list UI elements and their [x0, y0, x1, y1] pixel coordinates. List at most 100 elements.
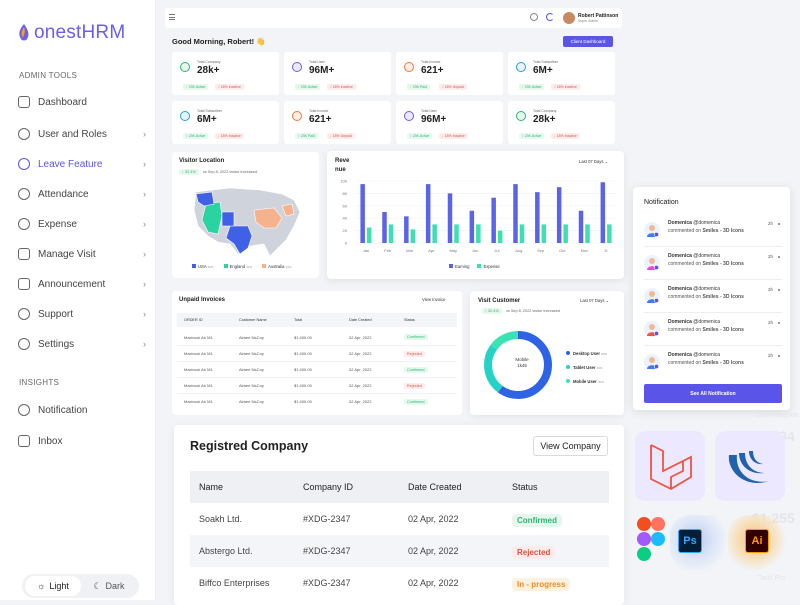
- invoice-row[interactable]: Macbook Air M1 Aimee McCoy $1,400.00 02 Apr…: [177, 361, 457, 377]
- refresh-icon[interactable]: [546, 13, 554, 21]
- notification-divider: [644, 312, 782, 313]
- menu-icon[interactable]: [169, 14, 175, 20]
- greeting: Good Morning, Robert! 👋: [172, 37, 266, 46]
- stat-card[interactable]: Total Invoice 621+ ↑ 23K Paid ↓ 18% Unpaid: [284, 101, 391, 144]
- visit-customer-title: Visit Customer: [478, 298, 521, 304]
- sun-icon: ☼: [37, 581, 46, 591]
- insights-label: INSIGHTS: [19, 378, 60, 387]
- brand-logo[interactable]: onestHRM: [18, 22, 125, 44]
- sidebar-item-label: Notification: [38, 404, 88, 416]
- notification-time: 2h: [768, 320, 774, 325]
- user-icon: [18, 128, 30, 140]
- notification-header: Domenica @domenica: [668, 220, 721, 226]
- expense-bar[interactable]: [410, 229, 416, 243]
- chevron-right-icon: ›: [143, 279, 146, 289]
- sidebar-item-label: Expense: [38, 218, 77, 230]
- company-row[interactable]: Abstergo Ltd. #XDG-2347 02 Apr, 2022 Reject…: [190, 535, 609, 567]
- earning-bar[interactable]: [447, 193, 453, 243]
- invoice-row[interactable]: Macbook Air M1 Aimee McCoy $1,400.00 02 Apr…: [177, 329, 457, 345]
- admin-tools-label: ADMIN TOOLS: [19, 71, 78, 80]
- expense-bar[interactable]: [585, 224, 590, 243]
- sidebar-item-user-and-roles[interactable]: User and Roles ›: [18, 125, 146, 143]
- client-dashboard-button[interactable]: Client Dashboard: [563, 36, 613, 47]
- earning-bar[interactable]: [491, 197, 496, 243]
- invoice-product: Macbook Air M1: [184, 399, 213, 404]
- expense-bar[interactable]: [388, 224, 394, 243]
- avatar: [644, 222, 660, 238]
- stat-label: Total Company: [197, 60, 221, 64]
- expense-bar[interactable]: [366, 227, 372, 244]
- company-status-badge: Rejected: [512, 546, 556, 559]
- stat-card[interactable]: Total Invoice 621+ ↑ 23K Paid ↓ 18% Unpaid: [396, 52, 503, 95]
- sidebar-item-inbox[interactable]: Inbox: [18, 432, 146, 450]
- expense-bar[interactable]: [607, 224, 612, 243]
- see-all-notification-button[interactable]: See All Notification: [644, 384, 782, 403]
- stat-card[interactable]: Total Subscriber 6M+ ↑ 23K Active ↓ 18% Ina…: [508, 52, 615, 95]
- sidebar-item-label: Announcement: [38, 278, 106, 290]
- earning-bar[interactable]: [578, 210, 584, 243]
- view-company-button[interactable]: View Company: [533, 436, 608, 456]
- earning-bar[interactable]: [556, 187, 562, 243]
- company-row[interactable]: Biffco Enterprises #XDG-2347 02 Apr, 2022 I…: [190, 567, 609, 599]
- notification-item[interactable]: Domenica @domenica commented on Smiles - …: [644, 352, 784, 382]
- expense-bar[interactable]: [563, 224, 568, 243]
- dark-mode-button[interactable]: ☾ Dark: [81, 576, 137, 596]
- view-invoice-link[interactable]: View Invoice: [422, 297, 445, 302]
- expense-bar[interactable]: [454, 224, 459, 243]
- invoice-customer: Aimee McCoy: [239, 334, 264, 340]
- logo-icon: [19, 24, 29, 41]
- stat-card[interactable]: Total User 96M+ ↑ 23K Active ↓ 18% Inactive: [396, 101, 503, 144]
- expense-bar[interactable]: [476, 224, 481, 243]
- visit-range-select[interactable]: Last 07 Days ⌄: [580, 298, 609, 303]
- stat-card[interactable]: Total Subscriber 6M+ ↑ 23K Active ↓ 18% Ina…: [172, 101, 279, 144]
- earning-bar[interactable]: [469, 210, 475, 243]
- sidebar-item-dashboard[interactable]: Dashboard: [18, 93, 146, 111]
- stat-icon: [180, 62, 190, 72]
- invoice-row[interactable]: Macbook Air M1 Aimee McCoy $1,400.00 02 Apr…: [177, 393, 457, 409]
- earning-bar[interactable]: [425, 184, 431, 243]
- revenue-range-select[interactable]: Last 07 Days ⌄: [579, 159, 608, 164]
- stat-icon: [516, 62, 526, 72]
- sidebar-item-support[interactable]: Support ›: [18, 305, 146, 323]
- earning-bar[interactable]: [360, 184, 365, 243]
- expense-bar[interactable]: [519, 224, 525, 243]
- invoice-customer: Aimee McCoy: [239, 351, 264, 356]
- light-mode-button[interactable]: ☼ Light: [25, 576, 81, 596]
- sidebar-item-attendance[interactable]: Attendance ›: [18, 185, 146, 203]
- notification-text: commented on Smiles - 3D Icons: [668, 294, 744, 300]
- earning-bar[interactable]: [600, 182, 606, 243]
- earning-bar[interactable]: [382, 212, 387, 243]
- invoice-product: Macbook Air M1: [184, 367, 213, 372]
- stat-card[interactable]: Total Company 28k+ ↑ 23K Active ↓ 18% Inact…: [508, 101, 615, 144]
- sidebar-item-leave-feature[interactable]: Leave Feature ›: [18, 155, 146, 173]
- sidebar-item-label: Leave Feature: [38, 158, 103, 170]
- earning-bar[interactable]: [513, 184, 518, 243]
- unread-dot: [778, 322, 780, 324]
- sidebar-item-settings[interactable]: Settings ›: [18, 335, 146, 353]
- expense-bar[interactable]: [432, 224, 437, 243]
- invoice-row[interactable]: Macbook Air M1 Aimee McCoy $1,400.00 02 Apr…: [177, 345, 457, 361]
- megaphone-icon: [18, 278, 30, 290]
- earning-bar[interactable]: [404, 216, 409, 243]
- expense-bar[interactable]: [541, 224, 547, 243]
- expense-bar[interactable]: [497, 230, 503, 243]
- sidebar-item-expense[interactable]: Expense ›: [18, 215, 146, 233]
- invoice-status-badge: Confirmed: [404, 334, 428, 340]
- sidebar-item-manage-visit[interactable]: Manage Visit ›: [18, 245, 146, 263]
- stat-card[interactable]: Total Company 28k+ ↑ 23K Active ↓ 18% Inact…: [172, 52, 279, 95]
- earning-bar[interactable]: [535, 192, 540, 243]
- sidebar-item-announcement[interactable]: Announcement ›: [18, 275, 146, 293]
- invoice-status-badge: Confirmed: [404, 366, 428, 373]
- stat-card[interactable]: Total User 96M+ ↑ 23K Active ↓ 18% Inactive: [284, 52, 391, 95]
- company-row[interactable]: Soakh Ltd. #XDG-2347 02 Apr, 2022 Confirmed: [190, 503, 609, 535]
- revenue-title: Reve: [335, 158, 350, 164]
- stat-active-badge: ↑ 23K Active: [183, 84, 209, 90]
- avatar[interactable]: [563, 12, 575, 24]
- sidebar-item-notification[interactable]: Notification: [18, 401, 146, 419]
- settings-icon[interactable]: [530, 13, 538, 21]
- user-role: Super Admin: [578, 19, 599, 23]
- wallet-icon: [18, 218, 30, 230]
- stat-value: 6M+: [533, 65, 553, 76]
- invoice-row[interactable]: Macbook Air M1 Aimee McCoy $1,400.00 02 Apr…: [177, 377, 457, 393]
- stat-active-badge: ↑ 23K Active: [519, 84, 545, 90]
